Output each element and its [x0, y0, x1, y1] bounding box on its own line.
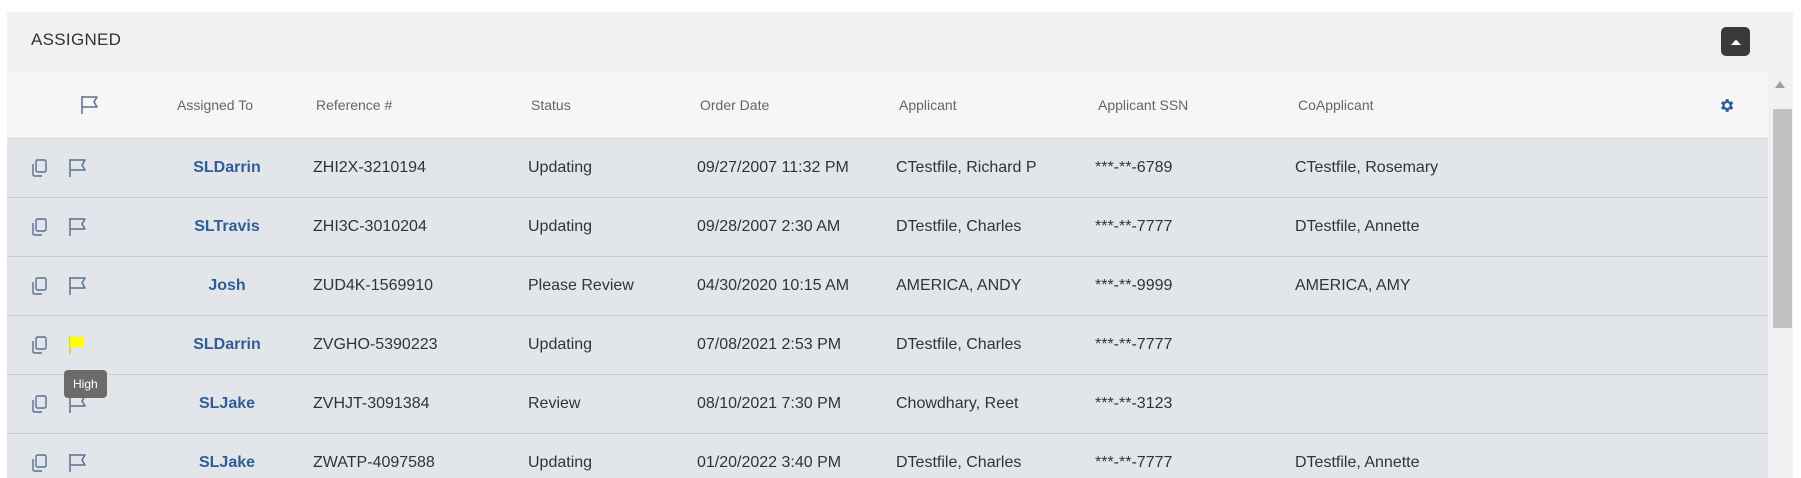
order-date-cell: 04/30/2020 10:15 AM	[697, 277, 850, 294]
reference-cell: ZVGHO-5390223	[313, 336, 438, 353]
assigned-to-link[interactable]: SLJake	[147, 375, 307, 433]
assigned-panel: ASSIGNED Assigned To Reference # Status …	[7, 12, 1793, 478]
table-header: Assigned To Reference # Status Order Dat…	[7, 73, 1768, 139]
applicant-ssn-cell: ***-**-7777	[1095, 454, 1173, 471]
flag-icon[interactable]	[67, 217, 89, 237]
copy-icon[interactable]	[29, 276, 51, 296]
applicant-cell: DTestfile, Charles	[896, 218, 1022, 235]
applicant-ssn-cell: ***-**-3123	[1095, 395, 1173, 412]
status-cell: Updating	[528, 454, 593, 471]
flag-icon[interactable]	[67, 158, 89, 178]
assigned-to-link[interactable]: SLDarrin	[147, 139, 307, 197]
column-header-applicant-ssn[interactable]: Applicant SSN	[1098, 73, 1188, 138]
applicant-cell: Chowdhary, Reet	[896, 395, 1019, 412]
status-cell: Updating	[528, 336, 593, 353]
status-cell: Updating	[528, 218, 593, 235]
reference-cell: ZHI2X-3210194	[313, 159, 426, 176]
panel-header: ASSIGNED	[7, 12, 1793, 72]
column-header-reference[interactable]: Reference #	[316, 73, 392, 138]
column-header-status[interactable]: Status	[531, 73, 571, 138]
assigned-to-link[interactable]: SLJake	[147, 434, 307, 478]
order-date-cell: 01/20/2022 3:40 PM	[697, 454, 842, 471]
assigned-to-link[interactable]: SLTravis	[147, 198, 307, 256]
coapplicant-cell: DTestfile, Annette	[1295, 218, 1420, 235]
copy-icon[interactable]	[29, 394, 51, 414]
caret-up-icon	[1730, 39, 1741, 45]
table-row[interactable]: Josh ZUD4K-1569910 Please Review 04/30/2020…	[7, 257, 1768, 316]
column-header-assigned-to[interactable]: Assigned To	[177, 73, 253, 138]
coapplicant-cell: CTestfile, Rosemary	[1295, 159, 1439, 176]
flag-icon[interactable]	[79, 95, 101, 115]
order-date-cell: 09/27/2007 11:32 PM	[697, 159, 849, 176]
column-header-coapplicant[interactable]: CoApplicant	[1298, 73, 1374, 138]
table-row[interactable]: SLDarrin ZVGHO-5390223 Updating 07/08/2021 …	[7, 316, 1768, 375]
applicant-cell: DTestfile, Charles	[896, 336, 1022, 353]
coapplicant-cell: DTestfile, Annette	[1295, 454, 1420, 471]
applicant-cell: CTestfile, Richard P	[896, 159, 1037, 176]
applicant-cell: AMERICA, ANDY	[896, 277, 1022, 294]
reference-cell: ZUD4K-1569910	[313, 277, 434, 294]
priority-tooltip: High	[64, 370, 107, 398]
copy-icon[interactable]	[29, 217, 51, 237]
copy-icon[interactable]	[29, 158, 51, 178]
status-cell: Review	[528, 395, 581, 412]
collapse-button[interactable]	[1721, 27, 1750, 56]
applicant-ssn-cell: ***-**-7777	[1095, 218, 1173, 235]
table-row[interactable]: SLJake ZWATP-4097588 Updating 01/20/2022 3:…	[7, 434, 1768, 478]
copy-icon[interactable]	[29, 453, 51, 473]
assigned-to-link[interactable]: Josh	[147, 257, 307, 315]
status-cell: Updating	[528, 159, 593, 176]
assigned-table: Assigned To Reference # Status Order Dat…	[7, 73, 1768, 478]
reference-cell: ZWATP-4097588	[313, 454, 435, 471]
order-date-cell: 08/10/2021 7:30 PM	[697, 395, 842, 412]
table-row[interactable]: SLDarrin ZHI2X-3210194 Updating 09/27/2007 …	[7, 139, 1768, 198]
flag-icon[interactable]	[67, 276, 89, 296]
copy-icon[interactable]	[29, 335, 51, 355]
status-cell: Please Review	[528, 277, 634, 294]
vertical-scrollbar[interactable]	[1768, 73, 1793, 478]
gear-icon[interactable]	[1718, 97, 1735, 114]
reference-cell: ZVHJT-3091384	[313, 395, 430, 412]
applicant-ssn-cell: ***-**-7777	[1095, 336, 1173, 353]
flag-high-icon[interactable]	[67, 335, 89, 355]
table-row[interactable]: SLTravis ZHI3C-3010204 Updating 09/28/2007 …	[7, 198, 1768, 257]
reference-cell: ZHI3C-3010204	[313, 218, 427, 235]
column-header-applicant[interactable]: Applicant	[899, 73, 957, 138]
coapplicant-cell: AMERICA, AMY	[1295, 277, 1411, 294]
order-date-cell: 09/28/2007 2:30 AM	[697, 218, 841, 235]
flag-icon[interactable]	[67, 453, 89, 473]
order-date-cell: 07/08/2021 2:53 PM	[697, 336, 842, 353]
scroll-thumb[interactable]	[1773, 109, 1792, 328]
applicant-ssn-cell: ***-**-9999	[1095, 277, 1173, 294]
scroll-up-arrow[interactable]	[1775, 81, 1785, 88]
applicant-cell: DTestfile, Charles	[896, 454, 1022, 471]
applicant-ssn-cell: ***-**-6789	[1095, 159, 1173, 176]
assigned-to-link[interactable]: SLDarrin	[147, 316, 307, 374]
column-header-order-date[interactable]: Order Date	[700, 73, 769, 138]
table-row[interactable]: SLJake ZVHJT-3091384 Review 08/10/2021 7:30…	[7, 375, 1768, 434]
panel-title: ASSIGNED	[31, 30, 122, 49]
